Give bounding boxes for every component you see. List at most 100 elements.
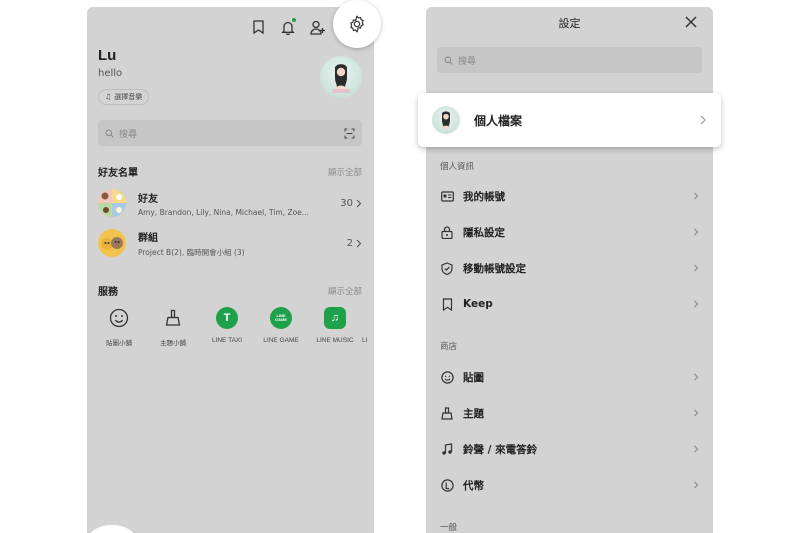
screenshot-stage: Lu hello ♫ 選擇音樂 搜尋 好友名單 顯示全部 好友 Amy, Bra… <box>0 0 800 533</box>
line-game-icon: LINE GAME <box>270 307 292 329</box>
chevron-right-icon <box>356 199 362 207</box>
groups-count-value: 2 <box>346 237 353 249</box>
settings-item-ringtones[interactable]: 鈴聲 / 來電答鈴 <box>440 437 700 461</box>
shield-check-icon <box>440 261 454 275</box>
service-line-game[interactable]: LINE GAME LINE GAME <box>254 307 308 347</box>
brush-icon <box>440 406 454 420</box>
groups-count: 2 <box>347 238 362 249</box>
settings-item-label: 貼圖 <box>463 371 484 384</box>
chevron-right-icon <box>356 239 362 247</box>
qr-scan-icon[interactable] <box>344 128 355 139</box>
friends-section-header: 好友名單 顯示全部 <box>98 164 362 180</box>
line-taxi-icon: T <box>216 307 238 329</box>
settings-item-label: 我的帳號 <box>463 190 505 203</box>
services-show-all-link[interactable]: 顯示全部 <box>328 285 362 297</box>
bookmark-icon <box>440 297 454 311</box>
settings-item-label: 代幣 <box>463 479 484 492</box>
settings-search-placeholder: 搜尋 <box>458 56 477 67</box>
settings-item-coins[interactable]: 代幣 <box>440 473 700 497</box>
settings-item-label: 主題 <box>463 407 484 420</box>
settings-item-stickers[interactable]: 貼圖 <box>440 365 700 389</box>
services-section-title: 服務 <box>98 287 118 298</box>
chevron-right-icon <box>694 264 699 272</box>
settings-search-bar[interactable]: 搜尋 <box>437 47 702 73</box>
chevron-right-icon <box>694 445 699 453</box>
home-search-bar[interactable]: 搜尋 <box>98 120 362 146</box>
service-label: LINE GAME <box>263 337 299 344</box>
add-friend-icon[interactable] <box>308 17 328 37</box>
profile-avatar-small <box>432 106 460 134</box>
friends-count: 30 <box>340 198 362 209</box>
id-card-icon <box>440 189 454 203</box>
service-theme-shop[interactable]: 主題小舖 <box>146 307 200 347</box>
friends-subtitle: Amy, Brandon, Lily, Nina, Michael, Tim, … <box>138 207 309 217</box>
service-partial[interactable]: LI <box>362 307 374 347</box>
settings-item-keep[interactable]: Keep <box>440 292 700 316</box>
settings-item-label: Keep <box>463 298 493 310</box>
line-music-icon: ♫ <box>324 307 346 329</box>
smile-icon <box>108 307 130 329</box>
partial-service-icon <box>362 307 374 329</box>
settings-header: 設定 <box>426 7 713 39</box>
profile-card-label: 個人檔案 <box>474 113 523 128</box>
select-music-label: 選擇音樂 <box>114 93 143 101</box>
chevron-right-icon <box>694 300 699 308</box>
section-title-shop: 商店 <box>440 342 458 352</box>
friends-text: 好友 Amy, Brandon, Lily, Nina, Michael, Ti… <box>138 190 340 217</box>
settings-item-my-account[interactable]: 我的帳號 <box>440 184 700 208</box>
service-label: LINE TAXI <box>211 337 243 344</box>
settings-item-themes[interactable]: 主題 <box>440 401 700 425</box>
chevron-right-icon <box>700 115 706 125</box>
chevron-right-icon <box>694 228 699 236</box>
coin-icon <box>440 478 454 492</box>
chevron-right-icon <box>694 409 699 417</box>
settings-item-label: 移動帳號設定 <box>463 262 526 275</box>
groups-subtitle: Project B(2), 臨時開會小組 (3) <box>138 247 245 257</box>
groups-text: 群組 Project B(2), 臨時開會小組 (3) <box>138 229 347 258</box>
home-search-placeholder: 搜尋 <box>119 129 138 140</box>
service-line-taxi[interactable]: T LINE TAXI <box>200 307 254 347</box>
profile-status-message[interactable]: hello <box>98 68 122 79</box>
close-icon[interactable] <box>683 14 699 30</box>
music-note-icon: ♫ <box>105 93 112 101</box>
settings-gear-button[interactable] <box>333 0 381 48</box>
friends-list-item[interactable]: 好友 Amy, Brandon, Lily, Nina, Michael, Ti… <box>98 186 362 220</box>
home-screen: Lu hello ♫ 選擇音樂 搜尋 好友名單 顯示全部 好友 Amy, Bra… <box>87 7 374 533</box>
groups-list-item[interactable]: 群組 Project B(2), 臨時開會小組 (3) 2 <box>98 226 362 260</box>
groups-title: 群組 <box>138 232 158 244</box>
notification-bell-icon[interactable] <box>278 17 298 37</box>
service-label: LINE MUSIC <box>316 337 354 344</box>
service-line-music[interactable]: ♫ LINE MUSIC <box>308 307 362 347</box>
chevron-right-icon <box>694 192 699 200</box>
notification-dot <box>292 18 296 22</box>
section-title-personal-info: 個人資訊 <box>440 162 475 172</box>
chevron-right-icon <box>694 373 699 381</box>
settings-title: 設定 <box>558 17 581 30</box>
settings-item-privacy[interactable]: 隱私設定 <box>440 220 700 244</box>
lock-icon <box>440 225 454 239</box>
settings-screen: 設定 搜尋 個人資訊 我的帳號 隱私設定 移動帳號設定 Keep 商店 貼圖 主… <box>426 7 713 533</box>
smile-icon <box>440 370 454 384</box>
settings-item-label: 鈴聲 / 來電答鈴 <box>463 443 538 456</box>
services-section-header: 服務 顯示全部 <box>98 283 362 299</box>
friends-group-avatar <box>98 189 126 217</box>
profile-avatar[interactable] <box>320 56 362 98</box>
service-label: 主題小舖 <box>160 340 186 347</box>
service-sticker-shop[interactable]: 貼圖小舖 <box>92 307 146 347</box>
select-music-button[interactable]: ♫ 選擇音樂 <box>98 89 150 105</box>
groups-avatar <box>98 229 126 257</box>
settings-item-account-transfer[interactable]: 移動帳號設定 <box>440 256 700 280</box>
search-icon <box>444 56 453 65</box>
service-label: LI <box>362 337 368 344</box>
brush-icon <box>162 307 184 329</box>
services-row: 貼圖小舖 主題小舖 T LINE TAXI LINE GAME LINE GAM… <box>92 307 374 347</box>
friends-show-all-link[interactable]: 顯示全部 <box>328 166 362 178</box>
music-note-icon <box>440 442 454 456</box>
profile-name[interactable]: Lu <box>98 47 116 64</box>
bookmark-icon[interactable] <box>248 17 268 37</box>
service-label: 貼圖小舖 <box>106 340 132 347</box>
friends-section-title: 好友名單 <box>98 168 138 179</box>
profile-settings-card[interactable]: 個人檔案 <box>418 93 721 147</box>
gear-icon <box>350 15 364 33</box>
friends-count-value: 30 <box>340 197 353 209</box>
